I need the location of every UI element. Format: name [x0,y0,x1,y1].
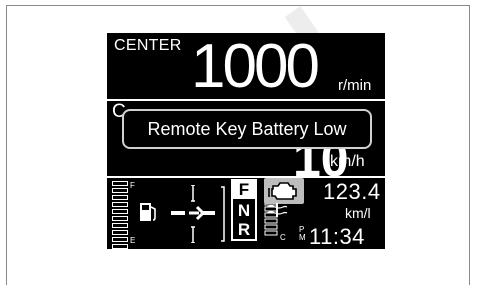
mode-label: CENTER [114,37,182,54]
instrument-display: CENTER 1000 r/min C 10 km/h Remote Key B… [107,33,385,249]
rpm-unit: r/min [338,77,372,94]
temp-cold-label: C [280,233,286,242]
gear-reverse: R [237,220,251,239]
gear-shift-icon [171,185,225,243]
clock-period: P M [299,226,307,242]
fuel-pump-icon [140,203,156,221]
fuel-segment [112,202,128,207]
clock-time: 11:34 [309,224,365,249]
fuel-segment [112,223,128,228]
gear-selector: F N R [231,179,257,241]
fuel-segment [112,195,128,200]
fuel-segment [112,216,128,221]
fuel-segment [112,244,128,249]
fuel-segment [112,181,128,186]
fuel-empty-label: E [130,236,136,245]
divider-bottom [107,176,385,178]
fuel-economy-unit: km/l [345,205,371,221]
speed-unit: km/h [330,153,365,170]
check-engine-icon [264,178,304,204]
fuel-economy-value: 123.4 [323,179,381,204]
fuel-segment [112,230,128,235]
fuel-segment [112,237,128,242]
fuel-segment [112,209,128,214]
alert-popup: Remote Key Battery Low [122,109,372,149]
gear-forward: F [233,181,255,199]
coolant-temp-icon [266,203,288,217]
alert-message: Remote Key Battery Low [147,118,347,139]
clock-period-bottom: M [299,233,306,242]
fuel-level-bars [112,181,128,249]
rpm-value: 1000 [191,33,320,101]
fuel-segment [112,188,128,193]
fuel-full-label: F [130,181,135,190]
divider-top [107,99,385,101]
gear-neutral: N [237,201,251,220]
